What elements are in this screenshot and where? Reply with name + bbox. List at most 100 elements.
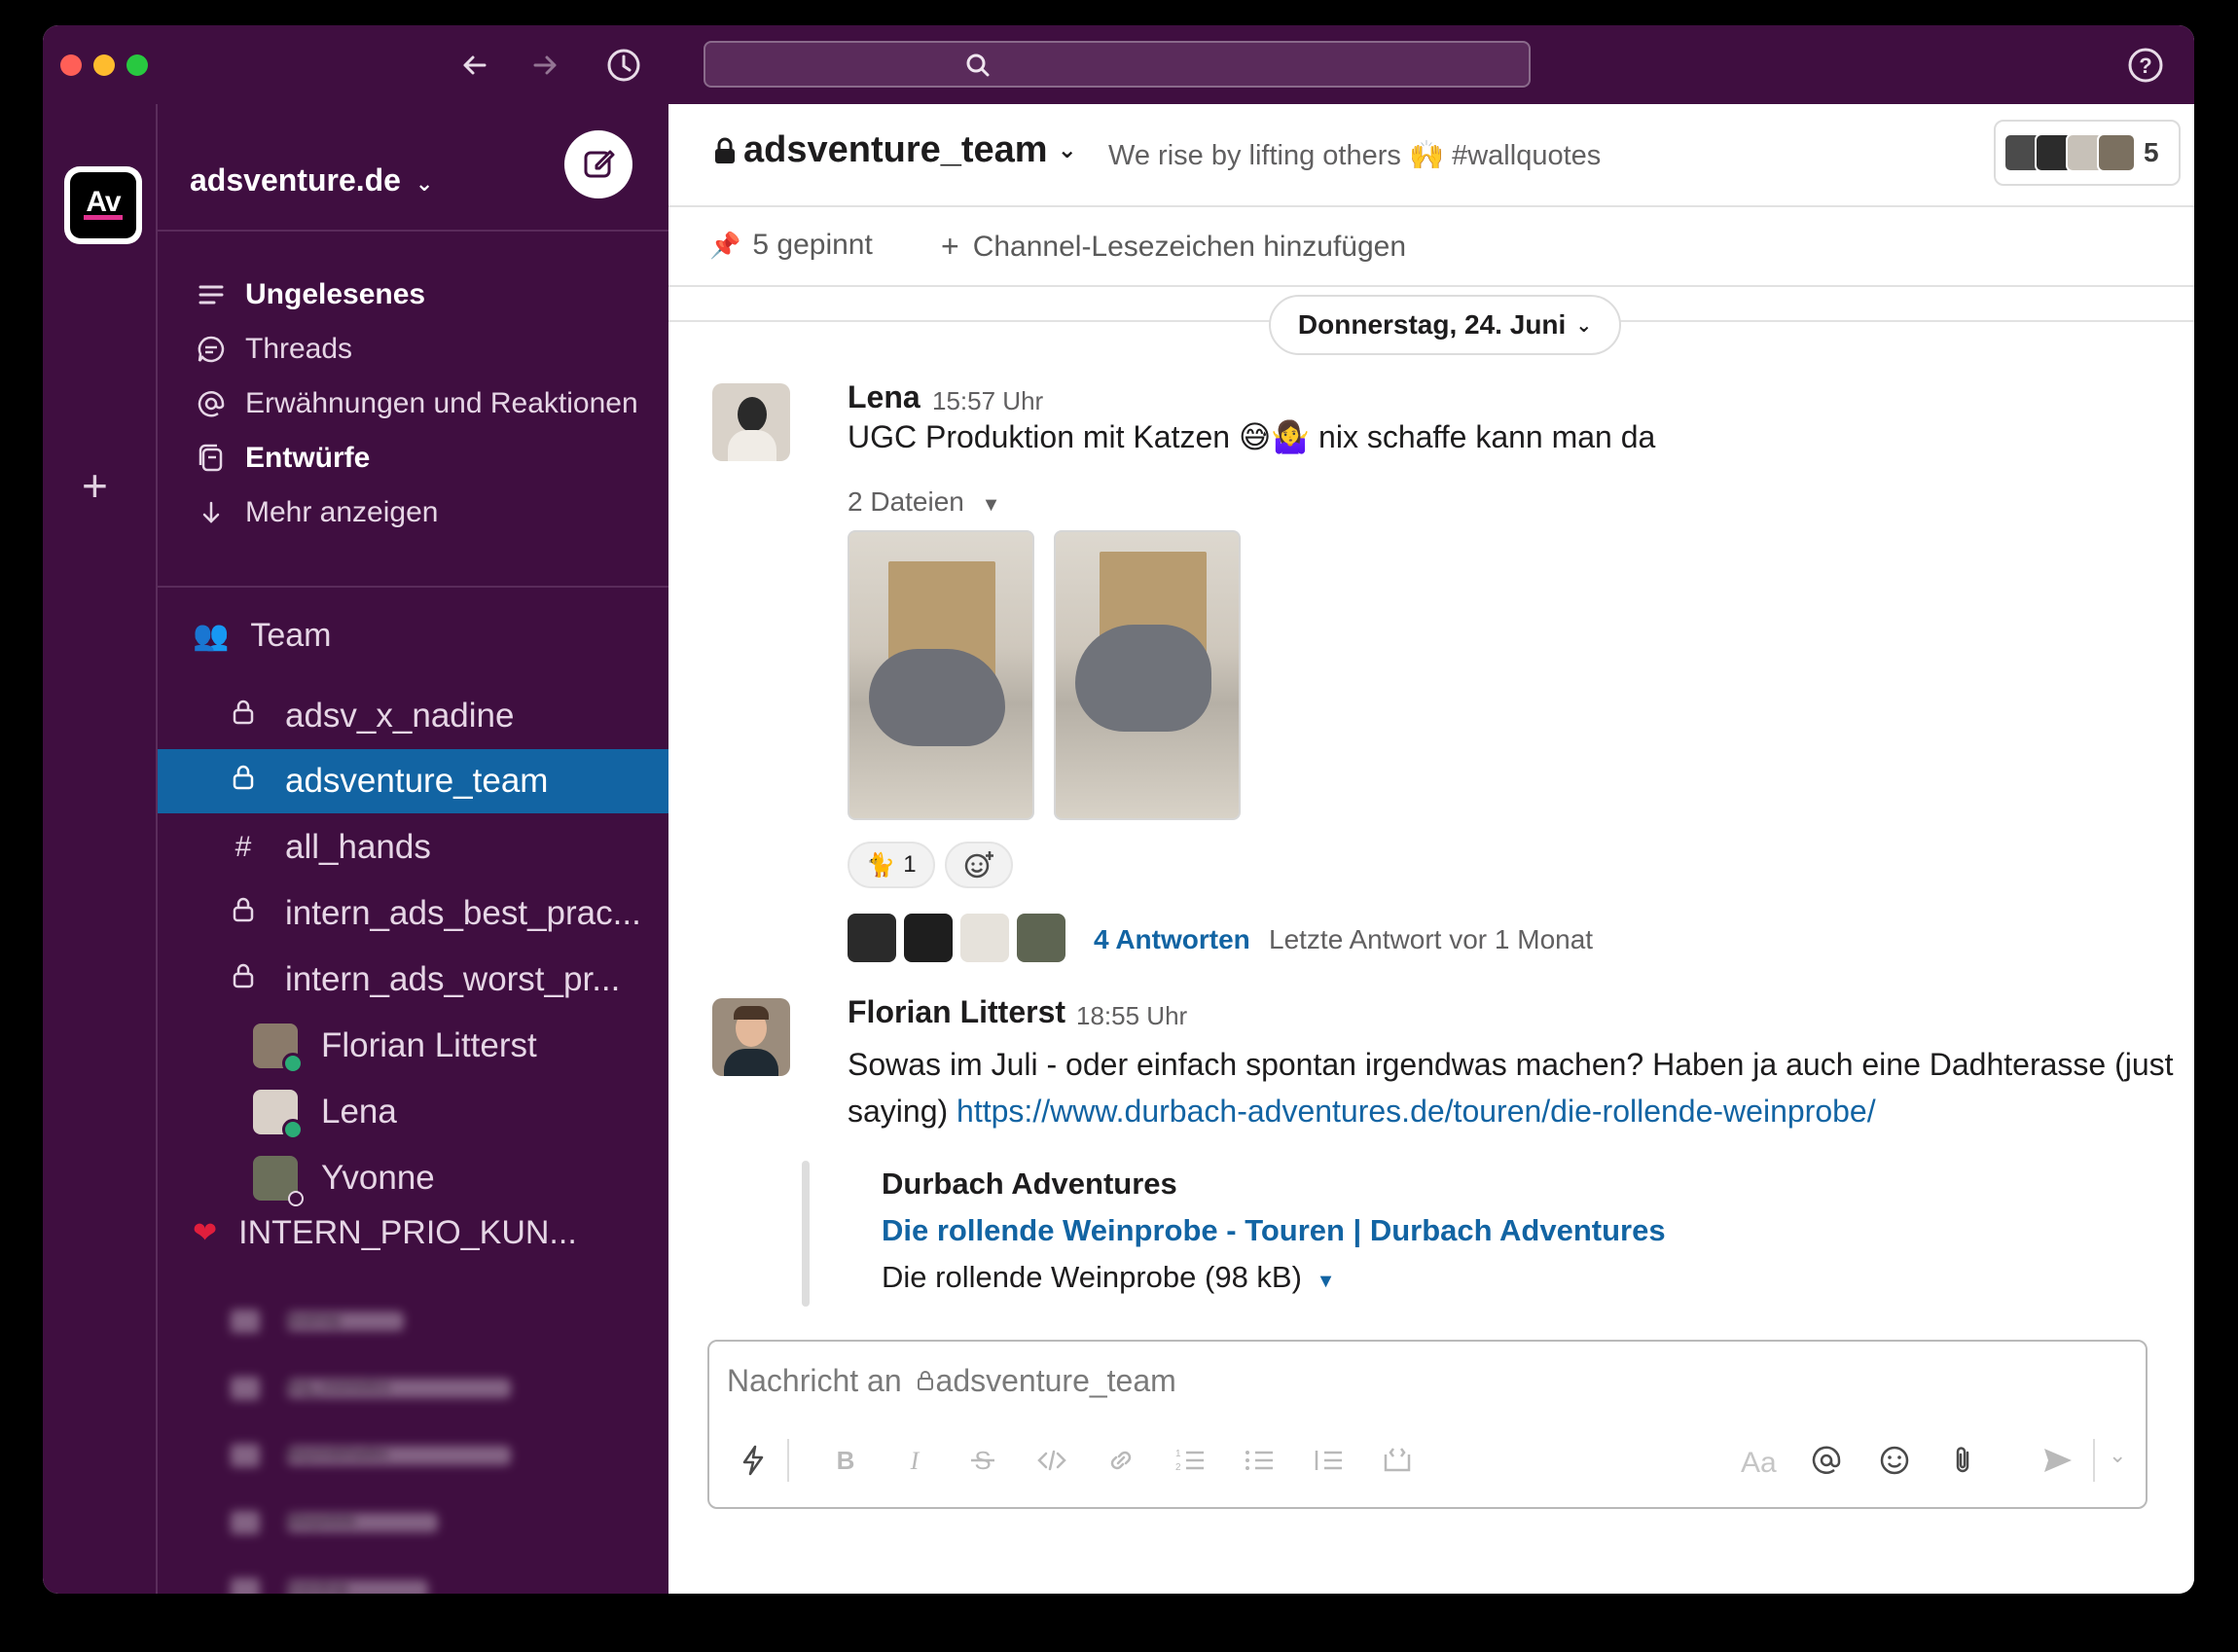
send-icon[interactable] <box>2040 1443 2076 1478</box>
hash-icon: # <box>235 831 252 863</box>
thread-replies-link[interactable]: 4 Antworten <box>1094 924 1250 955</box>
channel-intern-ads-best-practices[interactable]: intern_ads_best_prac... <box>158 881 668 946</box>
channel-adsv-x-nadine[interactable]: adsv_x_nadine <box>158 684 668 748</box>
message-author[interactable]: Florian Litterst <box>848 994 1065 1030</box>
reply-avatar[interactable] <box>960 914 1009 962</box>
channel-intern-ads-worst-practices[interactable]: intern_ads_worst_pr... <box>158 948 668 1012</box>
dm-lena[interactable]: Lena <box>158 1080 668 1144</box>
add-workspace-icon[interactable]: + <box>82 463 108 508</box>
attachment-paperclip-icon[interactable] <box>1945 1443 1980 1478</box>
shortcuts-lightning-icon[interactable] <box>736 1443 771 1478</box>
dm-yvonne[interactable]: Yvonne <box>158 1146 668 1210</box>
compose-button[interactable] <box>564 130 632 198</box>
image-attachment[interactable] <box>1054 530 1241 820</box>
link-preview-file[interactable]: Die rollende Weinprobe (98 kB) ▼ <box>882 1260 1335 1295</box>
strikethrough-icon[interactable]: S <box>965 1443 1000 1478</box>
members-button[interactable]: 5 <box>1994 120 2181 186</box>
blockquote-icon[interactable] <box>1311 1443 1346 1478</box>
channel-label: intern_ads_worst_pr... <box>285 960 621 998</box>
reaction-count: 1 <box>903 851 917 878</box>
sweat-smile-emoji: 😅 <box>1238 419 1272 454</box>
blurred-channel[interactable]: everdrop <box>231 1575 428 1594</box>
link-icon[interactable] <box>1103 1443 1138 1478</box>
workspace-logo-text: Av <box>86 186 121 218</box>
reply-avatar[interactable] <box>848 914 896 962</box>
add-bookmark-button[interactable]: + Channel-Lesezeichen hinzufügen <box>941 229 1406 265</box>
lock-icon <box>917 1371 933 1390</box>
message-author[interactable]: Lena <box>848 379 920 415</box>
forward-arrow-icon[interactable] <box>526 47 563 84</box>
back-arrow-icon[interactable] <box>456 47 493 84</box>
message-text-part: UGC Produktion mit Katzen <box>848 419 1231 454</box>
history-clock-icon[interactable] <box>605 47 642 84</box>
channel-all-hands[interactable]: # all_hands <box>158 815 668 880</box>
message-composer[interactable]: Nachricht an adsventure_team B I S 12 Aa… <box>707 1340 2148 1509</box>
message-timestamp[interactable]: 15:57 Uhr <box>932 386 1043 416</box>
message-timestamp[interactable]: 18:55 Uhr <box>1076 1001 1187 1031</box>
chevron-down-icon: ⌄ <box>415 171 434 196</box>
avatar[interactable] <box>712 998 790 1076</box>
channel-label: intern_ads_best_prac... <box>285 894 641 932</box>
cat-reaction[interactable]: 🐈 1 <box>848 842 935 888</box>
channel-topic[interactable]: We rise by lifting others 🙌 #wallquotes <box>1108 139 1601 172</box>
nav-show-more[interactable]: Mehr anzeigen <box>195 493 438 532</box>
section-team[interactable]: 👥 Team <box>193 617 332 655</box>
member-avatar <box>2097 133 2136 172</box>
blurred-channel[interactable]: ebepetete <box>231 1508 438 1537</box>
italic-icon[interactable]: I <box>897 1443 932 1478</box>
bold-icon[interactable]: B <box>828 1443 863 1478</box>
send-options-chevron-icon[interactable]: ⌄ <box>2109 1443 2126 1468</box>
search-bar[interactable] <box>704 41 1531 88</box>
add-reaction-button[interactable] <box>945 842 1013 888</box>
minimize-window-button[interactable] <box>93 54 115 76</box>
ordered-list-icon[interactable]: 12 <box>1173 1443 1208 1478</box>
mention-at-icon[interactable] <box>1809 1443 1844 1478</box>
message-link[interactable]: https://www.durbach-adventures.de/touren… <box>957 1094 1876 1129</box>
nav-drafts[interactable]: Entwürfe <box>195 439 370 478</box>
image-attachment[interactable] <box>848 530 1034 820</box>
message-text: saying) https://www.durbach-adventures.d… <box>848 1088 1876 1134</box>
formatting-toggle[interactable]: Aa <box>1741 1447 1777 1480</box>
svg-text:1: 1 <box>1175 1449 1181 1459</box>
emoji-icon[interactable] <box>1877 1443 1912 1478</box>
avatar[interactable] <box>712 383 790 461</box>
svg-text:2: 2 <box>1175 1462 1181 1473</box>
message-text: Sowas im Juli - oder einfach spontan irg… <box>848 1047 2174 1082</box>
zoom-window-button[interactable] <box>126 54 148 76</box>
workspace-menu[interactable]: adsventure.de ⌄ <box>190 162 433 198</box>
app-window: ? Av + adsventure.de ⌄ Ungelesenes Threa… <box>43 25 2194 1594</box>
message-input[interactable]: Nachricht an adsventure_team <box>727 1363 1176 1399</box>
search-icon <box>966 54 990 77</box>
dm-florian-litterst[interactable]: Florian Litterst <box>158 1014 668 1078</box>
sidebar: adsventure.de ⌄ Ungelesenes Threads Erwä… <box>158 104 668 1594</box>
code-block-icon[interactable] <box>1380 1443 1415 1478</box>
blurred-channel[interactable]: avamay <box>231 1307 404 1336</box>
nav-mentions[interactable]: Erwähnungen und Reaktionen <box>195 384 638 423</box>
topic-text: We rise by lifting others <box>1108 140 1401 171</box>
avatar <box>253 1156 304 1206</box>
nav-threads[interactable]: Threads <box>195 330 352 369</box>
online-status-icon <box>282 1053 304 1074</box>
dm-label: Lena <box>321 1093 397 1131</box>
blurred-channel[interactable]: beyondshades <box>231 1441 511 1470</box>
bulleted-list-icon[interactable] <box>1242 1443 1277 1478</box>
pinned-button[interactable]: 📌 5 gepinnt <box>709 229 873 262</box>
blurred-channel[interactable]: bcg_cosmetics <box>231 1374 511 1403</box>
help-icon[interactable]: ? <box>2127 47 2164 84</box>
date-divider-button[interactable]: Donnerstag, 24. Juni ⌄ <box>1269 295 1621 355</box>
files-toggle[interactable]: 2 Dateien ▼ <box>848 486 1000 518</box>
section-intern-prio[interactable]: ❤ INTERN_PRIO_KUN... <box>193 1214 577 1252</box>
workspace-switcher[interactable]: Av <box>64 166 142 244</box>
nav-unread[interactable]: Ungelesenes <box>195 275 425 314</box>
reply-avatar[interactable] <box>1017 914 1065 962</box>
cat-emoji: 🐈 <box>866 851 896 879</box>
channel-title-button[interactable]: adsventure_team ⌄ <box>712 129 1077 171</box>
chevron-down-icon: ⌄ <box>1575 314 1593 337</box>
lock-icon <box>715 137 735 163</box>
caret-down-icon: ▼ <box>1316 1271 1336 1292</box>
code-icon[interactable] <box>1034 1443 1069 1478</box>
close-window-button[interactable] <box>60 54 82 76</box>
link-preview-title[interactable]: Die rollende Weinprobe - Touren | Durbac… <box>882 1213 1666 1248</box>
reply-avatar[interactable] <box>904 914 953 962</box>
channel-adsventure-team[interactable]: adsventure_team <box>158 749 668 813</box>
